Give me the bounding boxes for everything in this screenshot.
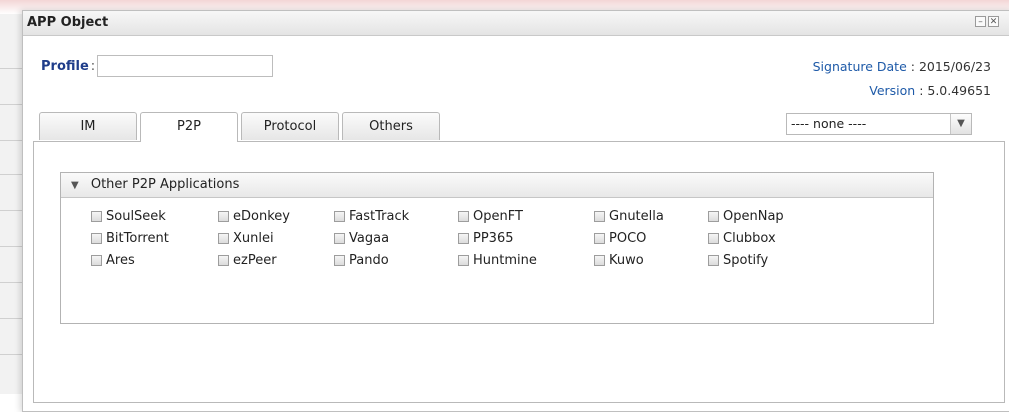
- app-label: POCO: [609, 230, 647, 246]
- checkbox[interactable]: [594, 210, 605, 222]
- other-p2p-applications-group: ▼ Other P2P Applications SoulSeek eDonke…: [60, 172, 934, 324]
- app-checkbox-grid: SoulSeek eDonkey FastTrack OpenFT Gnutel…: [91, 205, 828, 271]
- profile-input[interactable]: [97, 55, 274, 77]
- profile-label: Profile: [41, 58, 89, 74]
- background-sidebar: [0, 14, 23, 394]
- signature-info: Signature Date : 2015/06/23 Version : 5.…: [812, 59, 991, 98]
- checkbox[interactable]: [218, 210, 229, 222]
- dialog-titlebar[interactable]: APP Object: [23, 11, 1009, 36]
- app-option[interactable]: OpenNap: [708, 209, 828, 224]
- checkbox[interactable]: [334, 254, 345, 266]
- app-option[interactable]: BitTorrent: [91, 231, 218, 246]
- app-label: Pando: [349, 252, 389, 268]
- app-option[interactable]: eDonkey: [218, 209, 334, 224]
- checkbox[interactable]: [334, 210, 345, 222]
- app-label: Vagaa: [349, 230, 390, 246]
- app-label: Kuwo: [609, 252, 644, 268]
- app-label: Clubbox: [723, 230, 776, 246]
- checkbox[interactable]: [594, 232, 605, 244]
- app-option[interactable]: Pando: [334, 253, 458, 268]
- tab-p2p[interactable]: P2P: [140, 112, 238, 142]
- app-label: OpenNap: [723, 208, 784, 224]
- checkbox[interactable]: [458, 210, 469, 222]
- close-icon[interactable]: ✕: [988, 16, 999, 27]
- app-option[interactable]: Ares: [91, 253, 218, 268]
- tab-protocol[interactable]: Protocol: [241, 112, 339, 140]
- checkbox[interactable]: [334, 232, 345, 244]
- app-label: eDonkey: [233, 208, 290, 224]
- dialog-title: APP Object: [27, 15, 109, 30]
- signature-date-value: 2015/06/23: [918, 59, 991, 74]
- app-option[interactable]: Kuwo: [594, 253, 708, 268]
- app-option[interactable]: POCO: [594, 231, 708, 246]
- app-option[interactable]: Huntmine: [458, 253, 594, 268]
- version-label: Version: [869, 83, 916, 98]
- checkbox[interactable]: [458, 232, 469, 244]
- profile-row: Profile :: [41, 55, 274, 77]
- app-option[interactable]: Clubbox: [708, 231, 828, 246]
- select-value: ---- none ----: [791, 116, 867, 131]
- app-label: OpenFT: [473, 208, 523, 224]
- signature-date-label: Signature Date: [812, 59, 907, 74]
- checkbox[interactable]: [708, 254, 719, 266]
- checkbox-row: SoulSeek eDonkey FastTrack OpenFT Gnutel…: [91, 205, 828, 227]
- app-label: ezPeer: [233, 252, 277, 268]
- tab-panel-p2p: ▼ Other P2P Applications SoulSeek eDonke…: [33, 141, 1005, 403]
- tab-bar: IM P2P Protocol Others: [39, 112, 443, 142]
- app-label: Huntmine: [473, 252, 537, 268]
- app-option[interactable]: SoulSeek: [91, 209, 218, 224]
- group-header[interactable]: ▼ Other P2P Applications: [61, 173, 933, 198]
- window-controls: – ✕: [975, 16, 999, 27]
- checkbox-row: BitTorrent Xunlei Vagaa PP365 POCO Clubb…: [91, 227, 828, 249]
- checkbox[interactable]: [218, 232, 229, 244]
- app-label: Gnutella: [609, 208, 664, 224]
- app-label: FastTrack: [349, 208, 410, 224]
- version-value: 5.0.49651: [927, 83, 991, 98]
- checkbox[interactable]: [91, 210, 102, 222]
- app-option[interactable]: PP365: [458, 231, 594, 246]
- group-title: Other P2P Applications: [90, 177, 240, 192]
- app-object-dialog: APP Object – ✕ Profile : Signature Date …: [22, 10, 1009, 412]
- chevron-down-icon[interactable]: ▼: [71, 180, 79, 191]
- profile-colon: :: [90, 58, 96, 74]
- checkbox[interactable]: [458, 254, 469, 266]
- checkbox[interactable]: [708, 210, 719, 222]
- app-option[interactable]: OpenFT: [458, 209, 594, 224]
- checkbox-row: Ares ezPeer Pando Huntmine Kuwo Spotify: [91, 249, 828, 271]
- app-option[interactable]: FastTrack: [334, 209, 458, 224]
- app-label: BitTorrent: [106, 230, 169, 246]
- checkbox[interactable]: [218, 254, 229, 266]
- checkbox[interactable]: [594, 254, 605, 266]
- app-label: Spotify: [723, 252, 769, 268]
- app-label: Ares: [106, 252, 135, 268]
- checkbox[interactable]: [91, 254, 102, 266]
- app-label: Xunlei: [233, 230, 274, 246]
- app-option[interactable]: Gnutella: [594, 209, 708, 224]
- app-option[interactable]: Xunlei: [218, 231, 334, 246]
- tab-others[interactable]: Others: [342, 112, 440, 140]
- profile-select[interactable]: ---- none ---- ▼: [786, 113, 972, 135]
- minimize-icon[interactable]: –: [975, 16, 986, 27]
- tab-im[interactable]: IM: [39, 112, 137, 140]
- app-label: SoulSeek: [106, 208, 166, 224]
- app-option[interactable]: Spotify: [708, 253, 828, 268]
- checkbox[interactable]: [708, 232, 719, 244]
- checkbox[interactable]: [91, 232, 102, 244]
- app-option[interactable]: Vagaa: [334, 231, 458, 246]
- chevron-down-icon[interactable]: ▼: [950, 114, 971, 134]
- app-option[interactable]: ezPeer: [218, 253, 334, 268]
- app-label: PP365: [473, 230, 514, 246]
